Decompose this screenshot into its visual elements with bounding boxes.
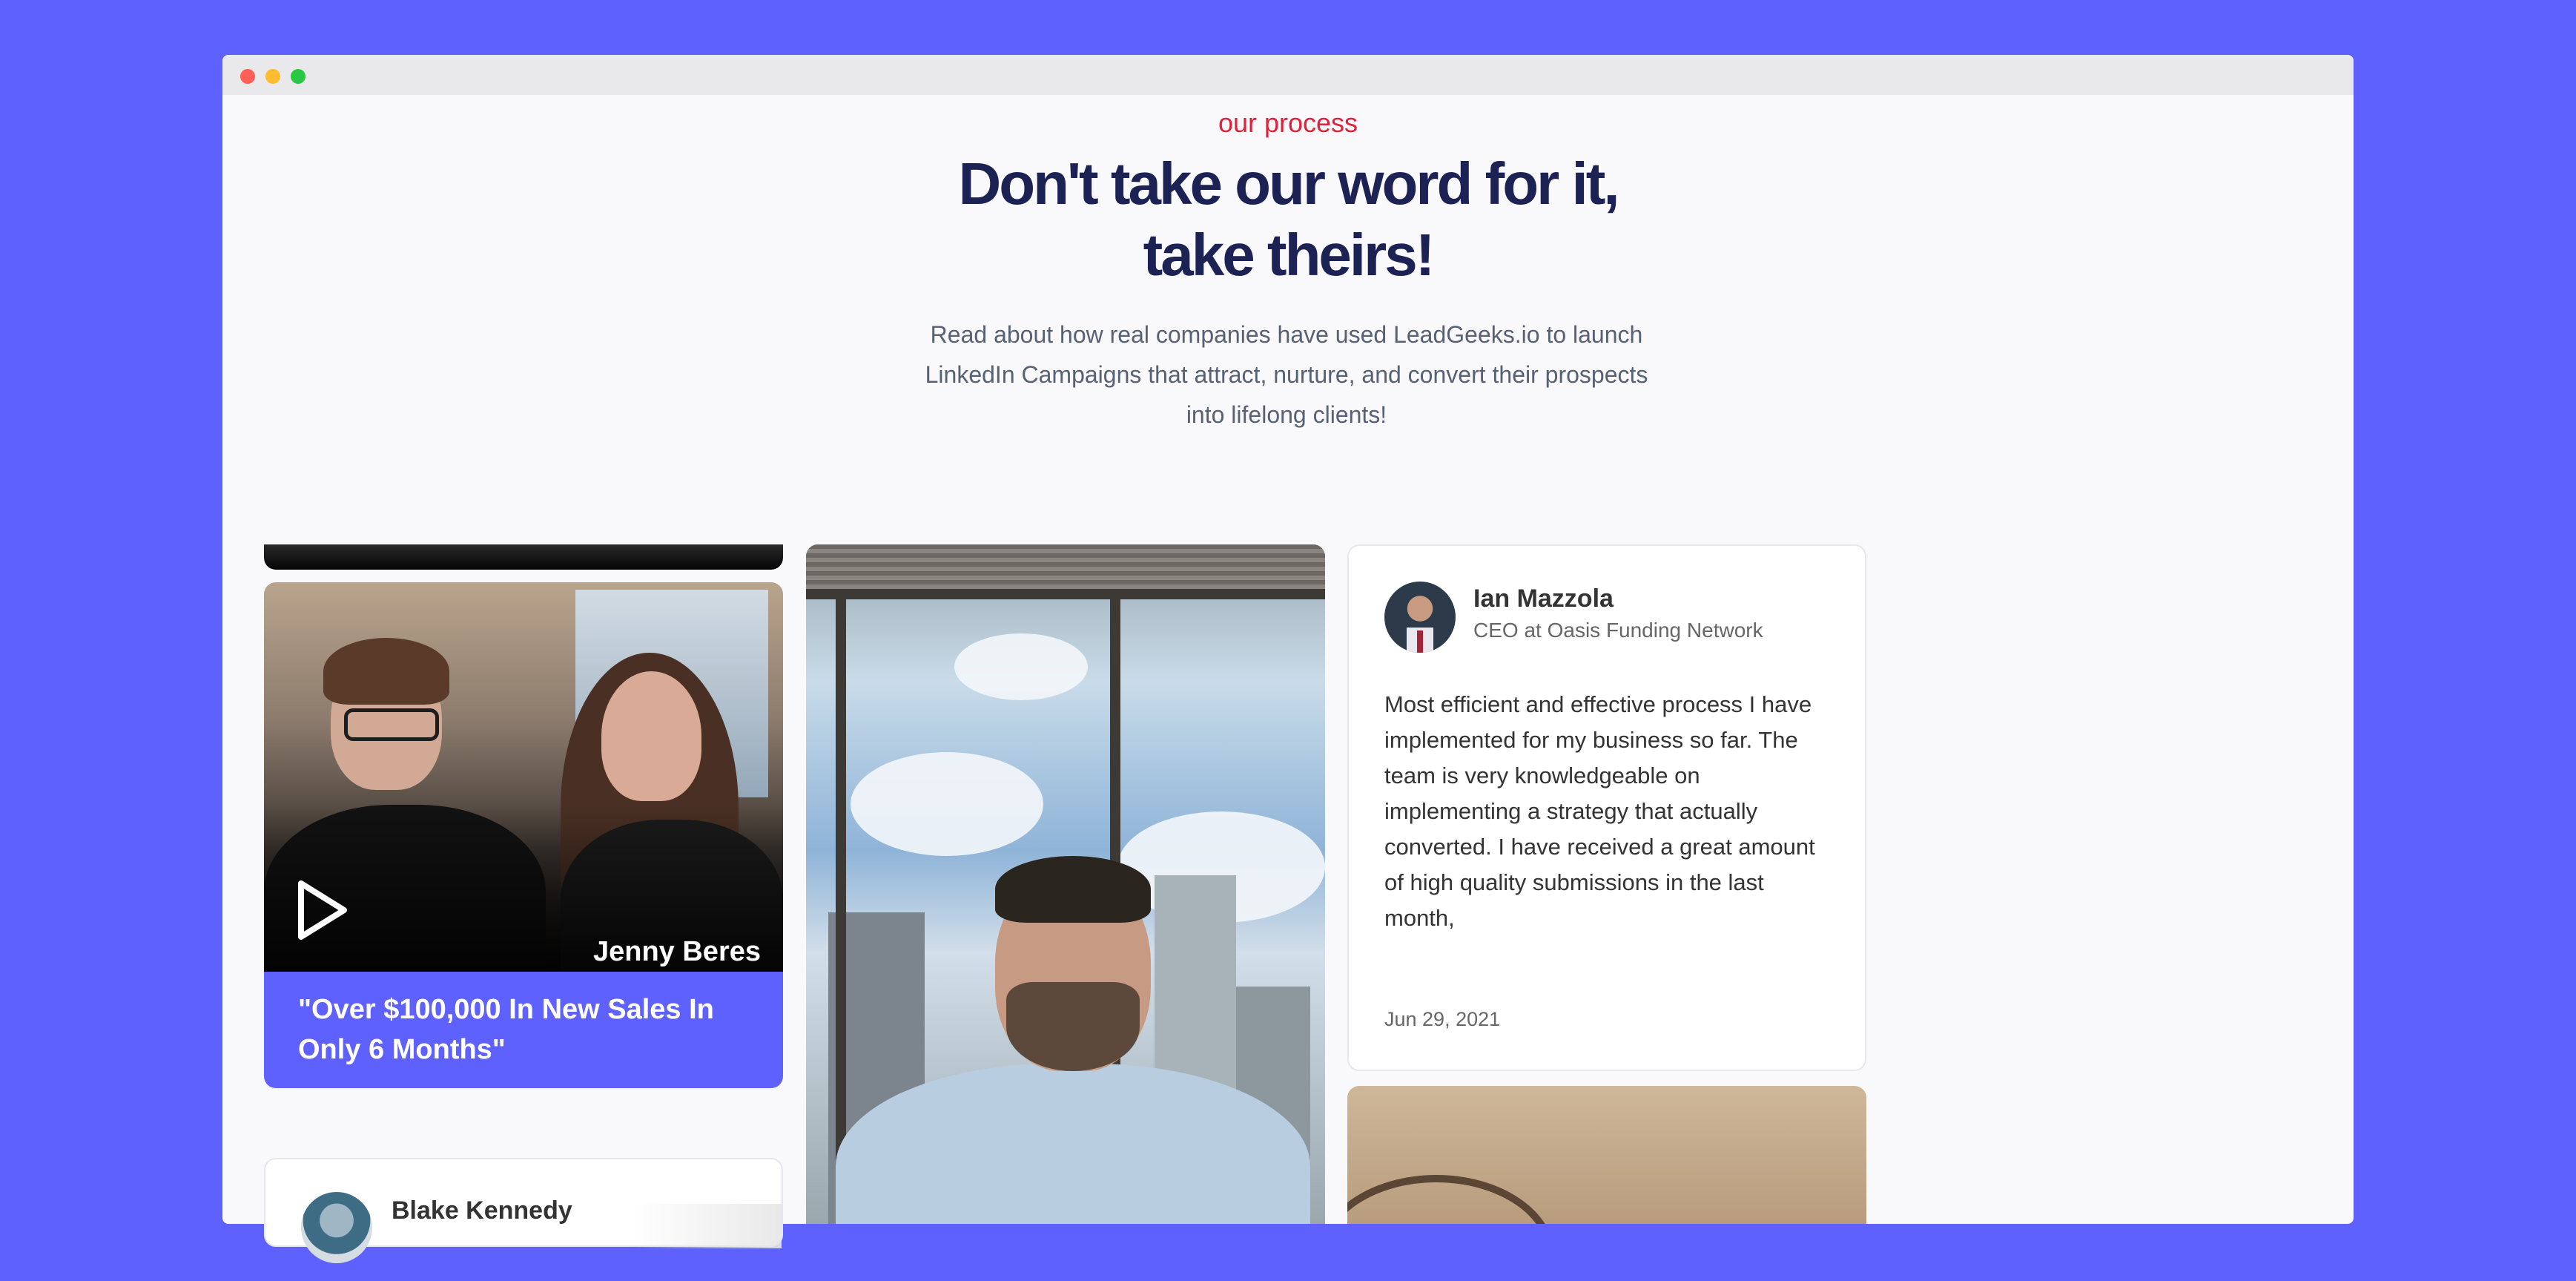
- window-titlebar: [222, 55, 2354, 95]
- video-thumbnail[interactable]: Jenny Beres President at Pink Shark PR: [264, 582, 783, 998]
- thumbnail-detail: [1347, 1175, 1555, 1224]
- video-testimonial-partial[interactable]: [1347, 1086, 1866, 1224]
- minimize-window-button[interactable]: [265, 69, 280, 84]
- review-card[interactable]: Ian Mazzola CEO at Oasis Funding Network…: [1347, 544, 1866, 1071]
- maximize-window-button[interactable]: [291, 69, 306, 84]
- section-eyebrow: our process: [1218, 108, 1358, 138]
- reviewer-role: CEO at Oasis Funding Network: [1473, 619, 1763, 642]
- video-person-name: Jenny Beres: [592, 936, 761, 967]
- glasses: [344, 708, 439, 741]
- play-icon[interactable]: [297, 879, 349, 941]
- window-frame: [836, 589, 846, 1224]
- person-hair: [995, 856, 1151, 923]
- person-beard: [1006, 982, 1140, 1071]
- avatar: [301, 1192, 372, 1263]
- avatar-tie: [1417, 630, 1423, 653]
- reviewer-name: Blake Kennedy: [392, 1196, 572, 1225]
- person-face: [601, 671, 701, 801]
- section-headline: Don't take our word for it, take theirs!: [0, 148, 2576, 291]
- section-subtitle: Read about how real companies have used …: [925, 321, 1648, 428]
- window-frame: [806, 589, 1325, 599]
- video-testimonial-tall[interactable]: [806, 544, 1325, 1224]
- review-date: Jun 29, 2021: [1384, 1008, 1501, 1030]
- review-text: Most efficient and effective process I h…: [1384, 691, 1815, 931]
- video-quote: "Over $100,000 In New Sales In Only 6 Mo…: [264, 972, 783, 1088]
- cloud: [851, 752, 1043, 856]
- video-card-partial[interactable]: [264, 544, 783, 570]
- review-card-partial[interactable]: Blake Kennedy: [264, 1158, 783, 1263]
- card-shadow: [633, 1204, 782, 1248]
- reviewer-name: Ian Mazzola: [1473, 584, 1614, 613]
- headline-line-2: take theirs!: [1143, 222, 1436, 288]
- person-hair: [323, 638, 449, 705]
- video-testimonial-card[interactable]: Jenny Beres President at Pink Shark PR "…: [264, 582, 783, 1088]
- headline-line-1: Don't take our word for it,: [958, 151, 1619, 217]
- close-window-button[interactable]: [240, 69, 255, 84]
- avatar: [1384, 582, 1456, 653]
- cloud: [954, 633, 1088, 700]
